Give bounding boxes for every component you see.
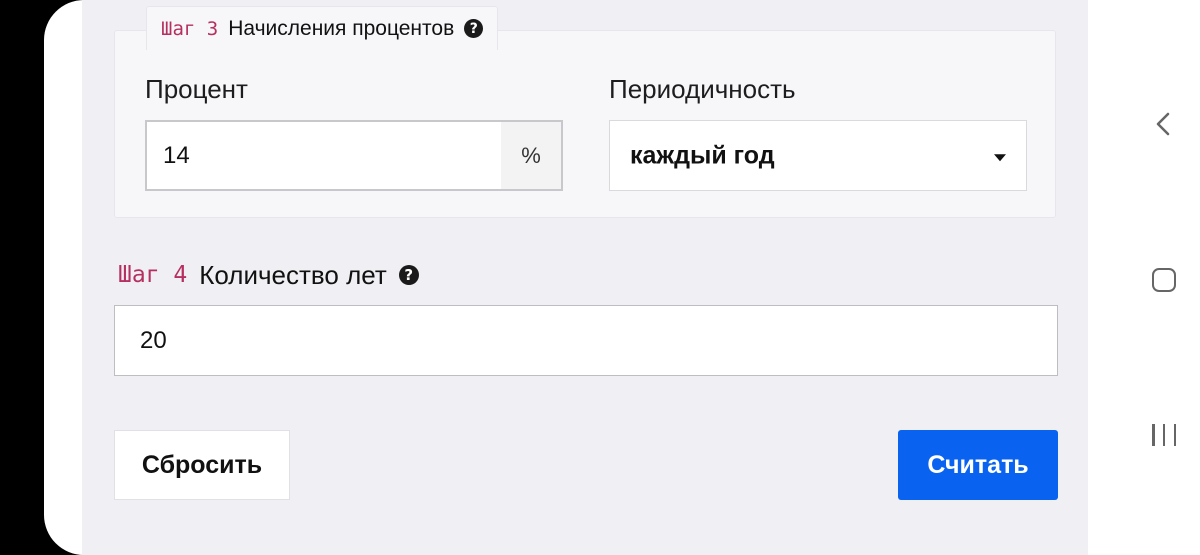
recents-icon[interactable] (1152, 424, 1176, 448)
years-input-value: 20 (140, 326, 167, 354)
step3-code: Шаг 3 (161, 17, 219, 40)
screen: Шаг 3 Начисления процентов ? Процент 14 … (0, 0, 1200, 555)
percent-label: Процент (145, 74, 248, 104)
percent-input-value: 14 (163, 141, 190, 169)
step3-legend: Шаг 3 Начисления процентов ? (146, 6, 499, 50)
period-label: Периодичность (609, 74, 796, 104)
period-select[interactable]: каждый год (609, 120, 1027, 191)
step4-code: Шаг 4 (118, 262, 188, 288)
back-icon[interactable] (1156, 112, 1170, 136)
period-select-value: каждый год (630, 141, 775, 169)
percent-unit-addon: % (501, 122, 561, 189)
system-navigation-bar (1088, 0, 1200, 555)
years-input[interactable]: 20 (114, 305, 1058, 376)
step4-heading: Шаг 4 Количество лет ? (118, 258, 419, 292)
reset-button[interactable]: Сбросить (114, 430, 290, 500)
home-icon[interactable] (1152, 268, 1176, 292)
calculate-button[interactable]: Считать (898, 430, 1058, 500)
help-icon[interactable]: ? (398, 265, 419, 285)
help-icon[interactable]: ? (464, 19, 484, 38)
caret-down-icon (994, 153, 1006, 161)
step3-title: Начисления процентов (228, 16, 455, 40)
step4-title: Количество лет (199, 259, 387, 290)
percent-input[interactable]: 14 % (145, 120, 563, 191)
